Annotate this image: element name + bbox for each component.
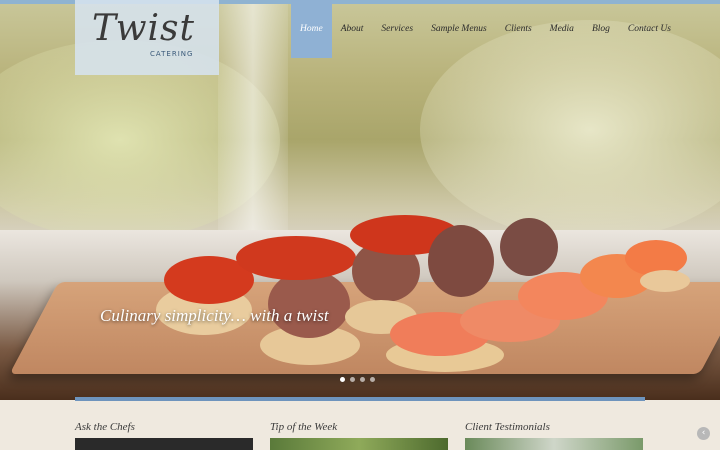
ask-chefs-image[interactable] <box>75 438 253 450</box>
nav-home[interactable]: Home <box>291 0 332 58</box>
canape <box>268 270 350 338</box>
nav-sample-menus[interactable]: Sample Menus <box>422 0 496 58</box>
logo-wordmark[interactable]: Twist <box>92 8 195 49</box>
slider-dot-3[interactable] <box>360 377 365 382</box>
section-title-tip[interactable]: Tip of the Week <box>270 421 337 433</box>
hero-tagline: Culinary simplicity… with a twist <box>100 306 329 325</box>
canape <box>236 236 356 280</box>
nav-clients[interactable]: Clients <box>496 0 541 58</box>
nav-services[interactable]: Services <box>372 0 422 58</box>
logo-subtitle: CATERING <box>150 50 194 58</box>
nav-about[interactable]: About <box>332 0 373 58</box>
testimonials-image[interactable] <box>465 438 643 450</box>
chevron-left-icon[interactable]: ‹ <box>697 427 710 440</box>
nav-blog[interactable]: Blog <box>583 0 619 58</box>
canape <box>500 218 558 276</box>
canape <box>428 225 494 297</box>
slider-dot-4[interactable] <box>370 377 375 382</box>
nav-media[interactable]: Media <box>541 0 583 58</box>
tip-image[interactable] <box>270 438 448 450</box>
canape <box>640 270 690 292</box>
section-title-ask-chefs[interactable]: Ask the Chefs <box>75 421 135 433</box>
slider-dot-2[interactable] <box>350 377 355 382</box>
wine-glass-image <box>218 0 288 250</box>
section-title-testimonials[interactable]: Client Testimonials <box>465 421 550 433</box>
content-divider <box>75 397 645 401</box>
main-nav: Home About Services Sample Menus Clients… <box>291 0 680 58</box>
slider-dot-1[interactable] <box>340 377 345 382</box>
slider-dots <box>340 377 375 382</box>
nav-contact-us[interactable]: Contact Us <box>619 0 680 58</box>
